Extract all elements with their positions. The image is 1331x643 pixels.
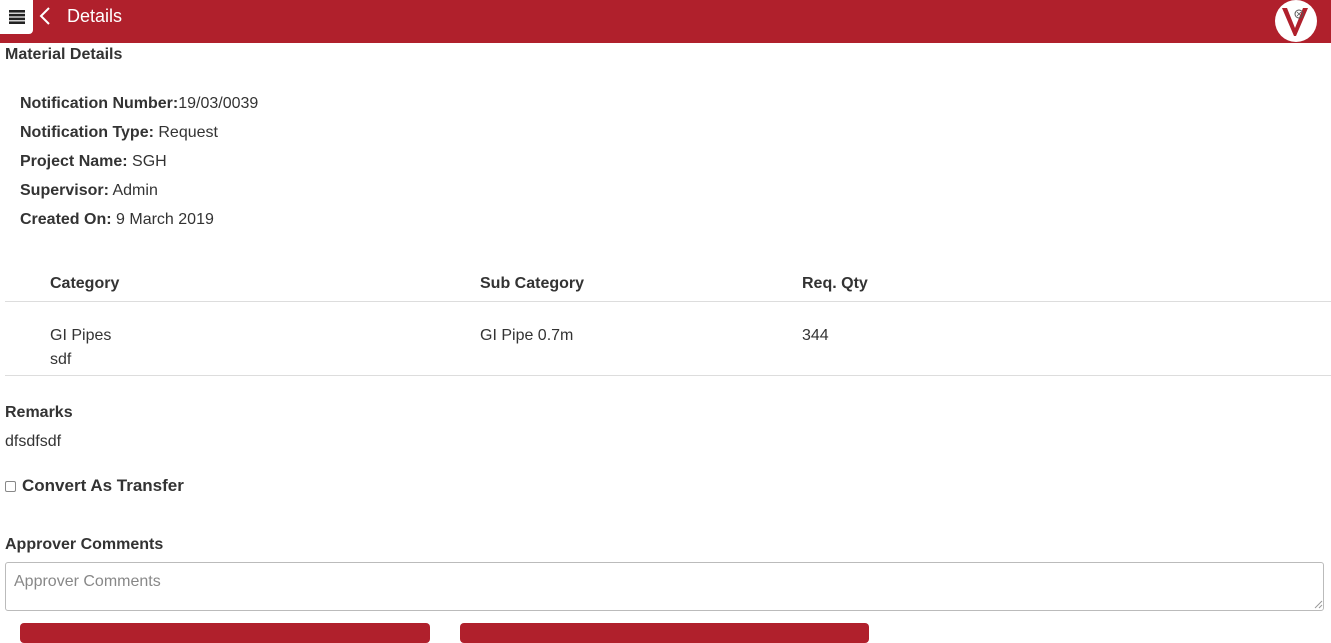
table-header-row: Category Sub Category Req. Qty (5, 268, 1331, 302)
field-value: SGH (127, 153, 167, 170)
material-details-title: Material Details (5, 46, 123, 63)
field-label: Project Name: (20, 153, 128, 170)
field-value: 19/03/0039 (178, 95, 259, 112)
created-on-row: Created On: 9 March 2019 (20, 210, 214, 230)
remarks-text: dfsdfsdf (5, 433, 62, 450)
category-cell: GI Pipes sdf (50, 324, 111, 372)
approver-comments-input[interactable] (5, 562, 1324, 611)
hamburger-menu-icon (8, 10, 25, 24)
column-header-sub-category: Sub Category (480, 275, 585, 292)
chevron-left-icon[interactable] (38, 6, 52, 26)
app-header: Details (0, 0, 1331, 43)
resize-grip-icon[interactable] (1313, 599, 1323, 609)
field-label: Created On: (20, 211, 112, 228)
field-value: Request (153, 124, 218, 141)
field-value: 9 March 2019 (111, 211, 214, 228)
field-value: Admin (108, 182, 158, 199)
req-qty-cell: 344 (802, 327, 829, 344)
notification-number-row: Notification Number:19/03/0039 (20, 94, 258, 114)
field-label: Supervisor: (20, 182, 109, 199)
field-label: Notification Type: (20, 124, 154, 141)
page-title: Details (67, 6, 123, 26)
convert-transfer-label[interactable]: Convert As Transfer (22, 476, 184, 496)
remarks-title: Remarks (5, 404, 73, 421)
approver-comments-title: Approver Comments (5, 536, 164, 553)
table-row: GI Pipes sdf GI Pipe 0.7m 344 (5, 302, 1331, 376)
sub-category-cell: GI Pipe 0.7m (480, 327, 574, 344)
category-value: GI Pipes (50, 327, 112, 344)
convert-transfer-option[interactable]: Convert As Transfer (5, 476, 184, 496)
project-name-row: Project Name: SGH (20, 152, 167, 172)
v-brand-logo (1275, 0, 1317, 42)
convert-transfer-checkbox[interactable] (5, 480, 16, 492)
column-header-category: Category (50, 275, 120, 292)
category-note: sdf (50, 351, 72, 368)
supervisor-row: Supervisor: Admin (20, 181, 158, 201)
approve-button[interactable] (20, 623, 430, 643)
column-header-req-qty: Req. Qty (802, 275, 868, 292)
reject-button[interactable] (460, 623, 869, 643)
field-label: Notification Number: (20, 95, 179, 112)
materials-table: Category Sub Category Req. Qty GI Pipes … (5, 268, 1331, 376)
notification-type-row: Notification Type: Request (20, 123, 218, 143)
menu-button[interactable] (0, 0, 33, 34)
